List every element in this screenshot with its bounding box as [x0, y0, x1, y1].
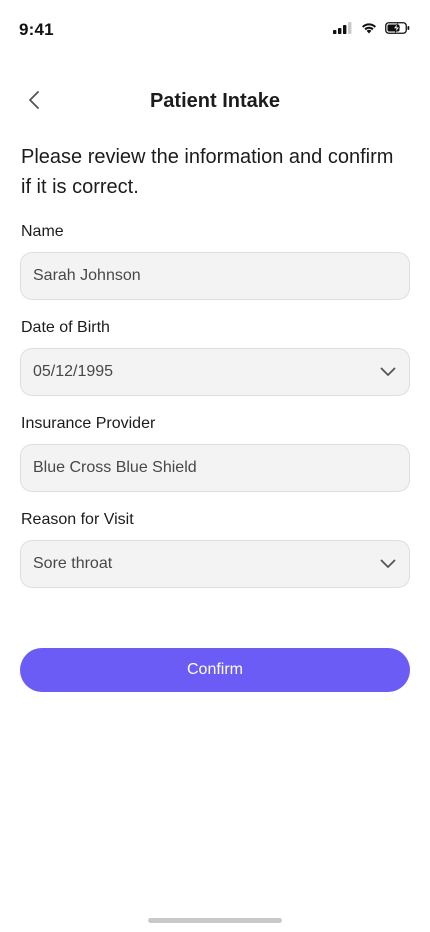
home-indicator: [148, 918, 282, 923]
patient-intake-screen: 9:41 Patient Intake Please review the in…: [0, 0, 430, 932]
insurance-value: Blue Cross Blue Shield: [33, 459, 197, 476]
header: Patient Intake: [0, 78, 430, 124]
name-field-group: Name Sarah Johnson: [20, 222, 410, 300]
dob-field-group: Date of Birth 05/12/1995: [20, 318, 410, 396]
page-title: Patient Intake: [149, 90, 281, 112]
status-bar: 9:41: [0, 0, 430, 60]
name-value: Sarah Johnson: [33, 267, 141, 284]
cellular-signal-icon: [333, 22, 353, 34]
dob-value: 05/12/1995: [33, 363, 114, 380]
dob-label: Date of Birth: [21, 319, 110, 336]
reason-field-group: Reason for Visit Sore throat: [20, 510, 410, 588]
confirm-button[interactable]: Confirm: [20, 648, 410, 692]
name-label: Name: [21, 223, 64, 240]
chevron-down-icon: [379, 363, 397, 381]
status-time: 9:41: [19, 20, 54, 39]
reason-value: Sore throat: [33, 555, 113, 572]
insurance-field-group: Insurance Provider Blue Cross Blue Shiel…: [20, 414, 410, 492]
name-field[interactable]: Sarah Johnson: [20, 252, 410, 300]
insurance-field[interactable]: Blue Cross Blue Shield: [20, 444, 410, 492]
intro-text: Please review the information and confir…: [21, 146, 394, 198]
battery-charging-icon: [385, 22, 410, 34]
insurance-label: Insurance Provider: [21, 415, 156, 432]
wifi-icon: [361, 22, 377, 34]
reason-select[interactable]: Sore throat: [20, 540, 410, 588]
chevron-down-icon: [379, 555, 397, 573]
reason-label: Reason for Visit: [21, 511, 134, 528]
dob-select[interactable]: 05/12/1995: [20, 348, 410, 396]
status-icons: [333, 22, 410, 34]
